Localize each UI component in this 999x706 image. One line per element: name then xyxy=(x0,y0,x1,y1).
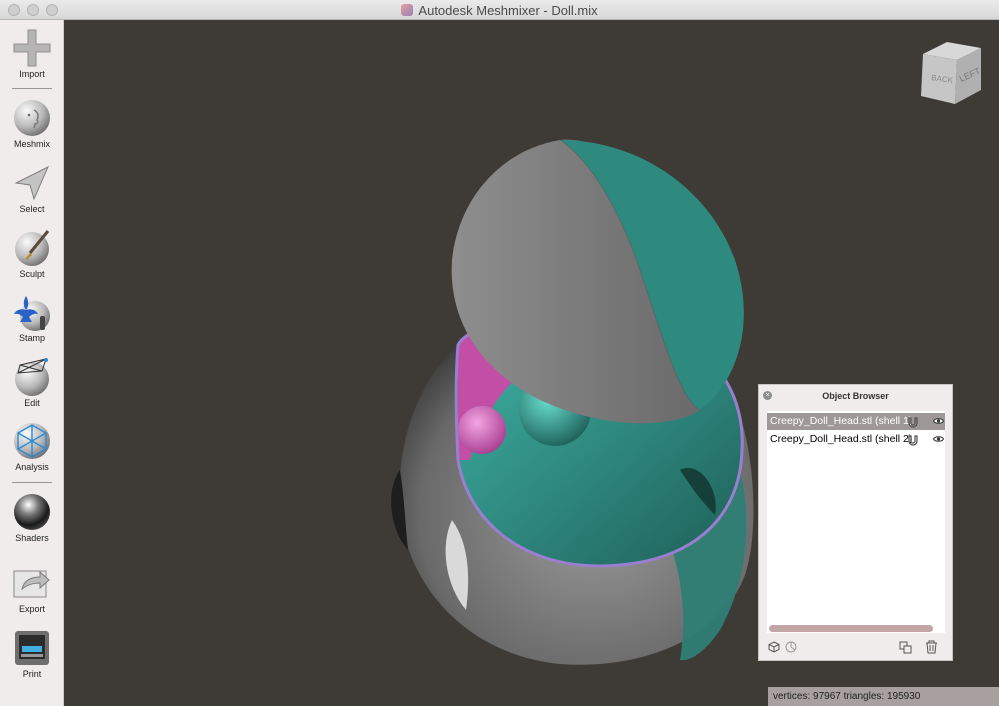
object-list-scrollbar[interactable] xyxy=(769,625,933,632)
shaders-label: Shaders xyxy=(15,533,49,543)
printer-icon xyxy=(15,631,49,665)
export-arrow-icon xyxy=(13,570,50,598)
fleur-de-lis-icon xyxy=(14,296,50,331)
select-button[interactable]: Select xyxy=(0,163,64,214)
sculpt-button[interactable]: Sculpt xyxy=(0,228,64,279)
object-row-shell-2[interactable]: Creepy_Doll_Head.stl (shell 2) xyxy=(767,431,945,448)
select-label: Select xyxy=(19,204,45,214)
head-sphere-icon xyxy=(14,100,50,136)
edit-button[interactable]: Edit xyxy=(0,357,64,408)
print-label: Print xyxy=(22,669,42,679)
object-browser-title: Object Browser xyxy=(822,391,889,401)
arrow-cursor-icon xyxy=(14,165,50,201)
meshmix-button[interactable]: Meshmix xyxy=(0,98,64,149)
object-name: Creepy_Doll_Head.stl (shell 2) xyxy=(770,433,913,445)
object-list: Creepy_Doll_Head.stl (shell 1) Creepy_Do… xyxy=(767,411,945,633)
edit-label: Edit xyxy=(24,398,40,408)
export-label: Export xyxy=(18,604,45,614)
print-button[interactable]: Print xyxy=(0,628,64,679)
import-button[interactable]: Import xyxy=(0,28,64,79)
tool-sidebar: Import Meshmix Select Sculpt Stamp Edit … xyxy=(0,20,64,706)
window-title: Autodesk Meshmixer - Doll.mix xyxy=(0,3,999,18)
import-label: Import xyxy=(19,69,45,79)
object-row-shell-1[interactable]: Creepy_Doll_Head.stl (shell 1) xyxy=(767,413,945,430)
toolbar-divider xyxy=(12,482,52,483)
export-button[interactable]: Export xyxy=(0,563,64,614)
sculpt-label: Sculpt xyxy=(19,269,45,279)
view-navigation-cube[interactable]: BACK LEFT xyxy=(917,38,989,108)
magnet-icon[interactable] xyxy=(907,434,919,446)
magnet-icon[interactable] xyxy=(907,416,919,428)
plus-icon xyxy=(13,29,51,67)
cube-icon[interactable] xyxy=(768,641,780,653)
object-name: Creepy_Doll_Head.stl (shell 1) xyxy=(770,415,913,427)
stamp-label: Stamp xyxy=(18,333,45,343)
analysis-button[interactable]: Analysis xyxy=(0,421,64,472)
duplicate-icon[interactable] xyxy=(899,641,912,654)
visibility-eye-icon[interactable] xyxy=(933,417,944,425)
mesh-stats-status: vertices: 97967 triangles: 195930 xyxy=(768,687,999,706)
brush-sphere-icon xyxy=(15,230,50,266)
toolbar-divider xyxy=(12,88,52,89)
pie-chart-icon[interactable] xyxy=(785,641,797,653)
window-titlebar: Autodesk Meshmixer - Doll.mix xyxy=(0,0,999,20)
object-browser-footer xyxy=(759,637,952,659)
trash-icon[interactable] xyxy=(925,640,938,654)
object-browser-panel: × Object Browser Creepy_Doll_Head.stl (s… xyxy=(758,384,953,661)
analysis-label: Analysis xyxy=(15,462,49,472)
pink-eyeball xyxy=(458,406,506,454)
shaders-button[interactable]: Shaders xyxy=(0,492,64,543)
meshmix-label: Meshmix xyxy=(13,139,50,149)
mesh-sphere-icon xyxy=(14,423,50,459)
window-title-text: Autodesk Meshmixer - Doll.mix xyxy=(418,3,598,18)
meshmixer-app-icon xyxy=(401,4,414,16)
wireframe-sphere-icon xyxy=(15,358,49,396)
visibility-eye-icon[interactable] xyxy=(933,435,944,443)
stamp-button[interactable]: Stamp xyxy=(0,292,64,343)
chrome-sphere-icon xyxy=(14,494,50,530)
